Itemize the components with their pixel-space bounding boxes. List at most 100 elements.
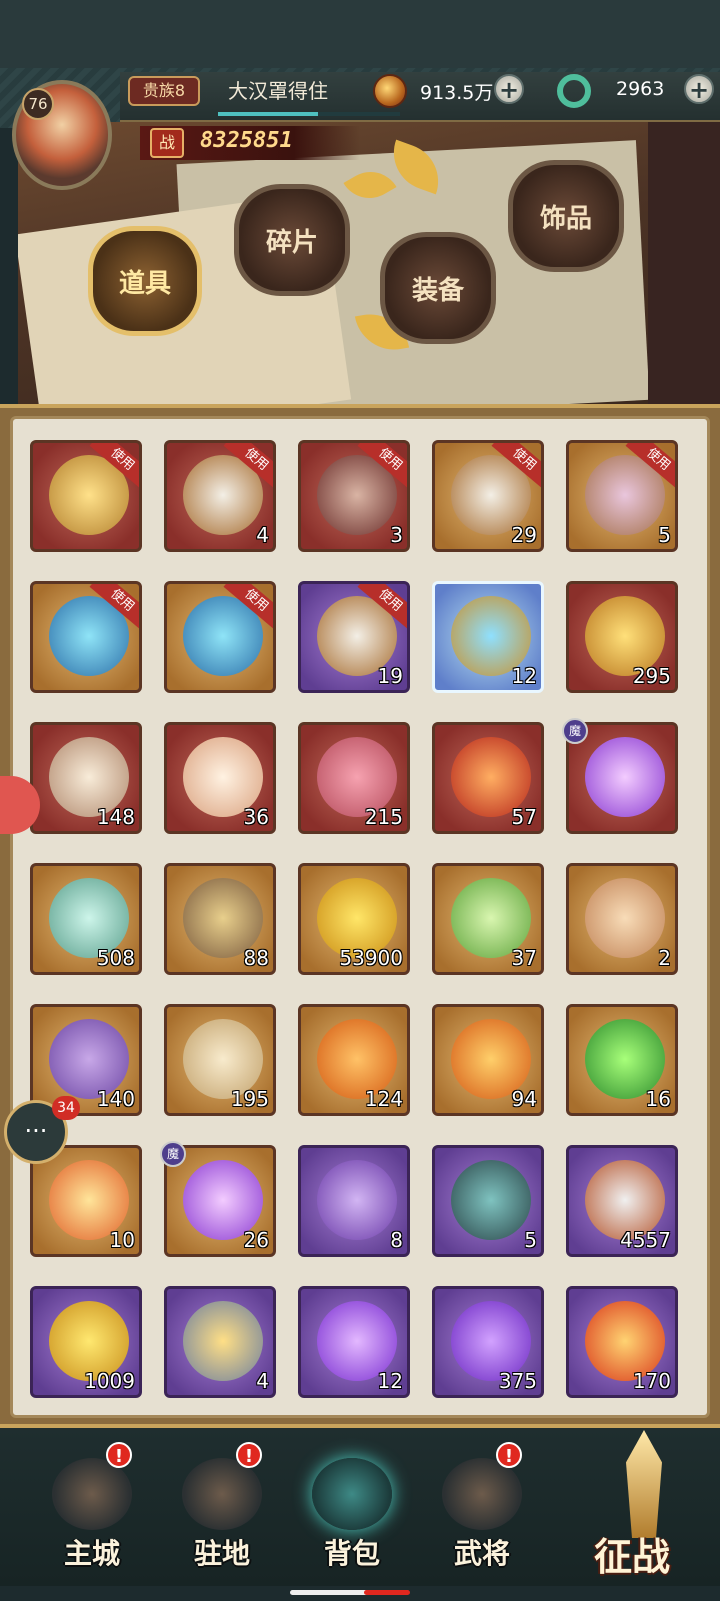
item-count: 4 [256, 523, 269, 547]
tab-equipment[interactable]: 装备 [380, 232, 496, 344]
inventory-item[interactable]: 使用 3 [298, 440, 410, 552]
nav-label: 驻地 [193, 1537, 250, 1570]
inventory-item[interactable]: 8 [298, 1145, 410, 1257]
inventory-item[interactable]: 使用 4 [164, 440, 276, 552]
inventory-item[interactable]: 使用 [164, 581, 276, 693]
inventory-item[interactable]: 5 [432, 1145, 544, 1257]
item-count: 295 [632, 664, 671, 688]
player-level: 76 [22, 88, 54, 120]
inventory-item[interactable]: 375 [432, 1286, 544, 1398]
item-count: 37 [511, 946, 537, 970]
item-count: 88 [243, 946, 269, 970]
nav-item-bag[interactable]: 背包 [300, 1448, 404, 1578]
city-icon [52, 1458, 132, 1530]
tab-fragments[interactable]: 碎片 [234, 184, 350, 296]
item-count: 8 [390, 1228, 403, 1252]
tab-items[interactable]: 道具 [88, 226, 202, 336]
tab-label: 道具 [118, 268, 171, 299]
inventory-item[interactable]: 508 [30, 863, 142, 975]
inventory-item[interactable]: 148 [30, 722, 142, 834]
general-icon [442, 1458, 522, 1530]
item-count: 12 [511, 664, 537, 688]
exp-bar [218, 112, 400, 116]
inventory-item[interactable]: 2 [566, 863, 678, 975]
bag-icon [312, 1458, 392, 1530]
combat-power: 8325851 [200, 128, 293, 153]
inventory-item[interactable]: 使用 5 [566, 440, 678, 552]
battle-label: 征战 [594, 1535, 671, 1579]
inventory-item[interactable]: 124 [298, 1004, 410, 1116]
item-count: 140 [96, 1087, 135, 1111]
nav-item-city[interactable]: ! 主城 [40, 1442, 144, 1578]
inventory-item[interactable]: 295 [566, 581, 678, 693]
inventory-item[interactable]: 使用 19 [298, 581, 410, 693]
tab-label: 饰品 [539, 203, 592, 234]
item-count: 508 [96, 946, 135, 970]
item-count: 16 [645, 1087, 671, 1111]
item-count: 1009 [84, 1369, 135, 1393]
item-count: 57 [511, 805, 537, 829]
item-count: 12 [377, 1369, 403, 1393]
item-count: 148 [96, 805, 135, 829]
status-bar [0, 0, 720, 68]
battle-button[interactable]: 征战 [574, 1430, 720, 1586]
sword-icon [626, 1430, 662, 1538]
item-count: 53900 [339, 946, 403, 970]
home-indicator [290, 1590, 370, 1595]
purple-orb-icon [585, 737, 665, 817]
inventory-item[interactable]: 4557 [566, 1145, 678, 1257]
chat-badge: 34 [52, 1096, 80, 1120]
item-count: 94 [511, 1087, 537, 1111]
item-count: 124 [364, 1087, 403, 1111]
item-count: 170 [632, 1369, 671, 1393]
item-count: 4 [256, 1369, 269, 1393]
inventory-item[interactable]: 140 [30, 1004, 142, 1116]
inventory-item[interactable]: 53900 [298, 863, 410, 975]
nav-label: 武将 [453, 1537, 510, 1570]
tab-accessories[interactable]: 饰品 [508, 160, 624, 272]
item-count: 10 [109, 1228, 135, 1252]
inventory-item[interactable]: 12 [298, 1286, 410, 1398]
inventory-item[interactable]: 94 [432, 1004, 544, 1116]
player-name: 大汉罩得住 [228, 79, 328, 103]
mo-badge: 魔 [562, 718, 588, 744]
noble-rank-badge[interactable]: 贵族8 [128, 76, 200, 106]
tab-label: 碎片 [265, 227, 318, 258]
inventory-item[interactable]: 195 [164, 1004, 276, 1116]
inventory-item[interactable]: 215 [298, 722, 410, 834]
inventory-item[interactable]: 使用 [30, 440, 142, 552]
cloth-decoration [648, 122, 720, 404]
inventory-item[interactable]: 36 [164, 722, 276, 834]
item-count: 5 [658, 523, 671, 547]
inventory-item[interactable]: 使用 [30, 581, 142, 693]
camp-icon [182, 1458, 262, 1530]
tab-label: 装备 [411, 275, 464, 306]
dart-icon [451, 1160, 531, 1240]
soup-bowl-icon [183, 1301, 263, 1381]
add-jade-button[interactable]: + [684, 74, 714, 104]
item-count: 215 [364, 805, 403, 829]
nav-item-camp[interactable]: ! 驻地 [170, 1442, 274, 1578]
inventory-item[interactable]: 4 [164, 1286, 276, 1398]
inventory-item[interactable]: 16 [566, 1004, 678, 1116]
inventory-item[interactable]: 使用 29 [432, 440, 544, 552]
inventory-item[interactable]: 170 [566, 1286, 678, 1398]
item-count: 3 [390, 523, 403, 547]
nav-label: 背包 [323, 1537, 380, 1570]
inventory-item[interactable]: 12 [432, 581, 544, 693]
coin-icon [373, 74, 407, 108]
home-indicator-accent [364, 1590, 410, 1595]
inventory-item[interactable]: 37 [432, 863, 544, 975]
item-count: 5 [524, 1228, 537, 1252]
nav-label: 主城 [63, 1537, 120, 1570]
inventory-item[interactable]: 57 [432, 722, 544, 834]
alert-badge: ! [496, 1442, 522, 1468]
inventory-item[interactable]: 88 [164, 863, 276, 975]
add-coin-button[interactable]: + [494, 74, 524, 104]
coin-amount: 913.5万 [420, 82, 494, 104]
item-count: 4557 [620, 1228, 671, 1252]
item-count: 26 [243, 1228, 269, 1252]
inventory-item[interactable]: 1009 [30, 1286, 142, 1398]
nav-item-general[interactable]: ! 武将 [430, 1442, 534, 1578]
alert-badge: ! [106, 1442, 132, 1468]
